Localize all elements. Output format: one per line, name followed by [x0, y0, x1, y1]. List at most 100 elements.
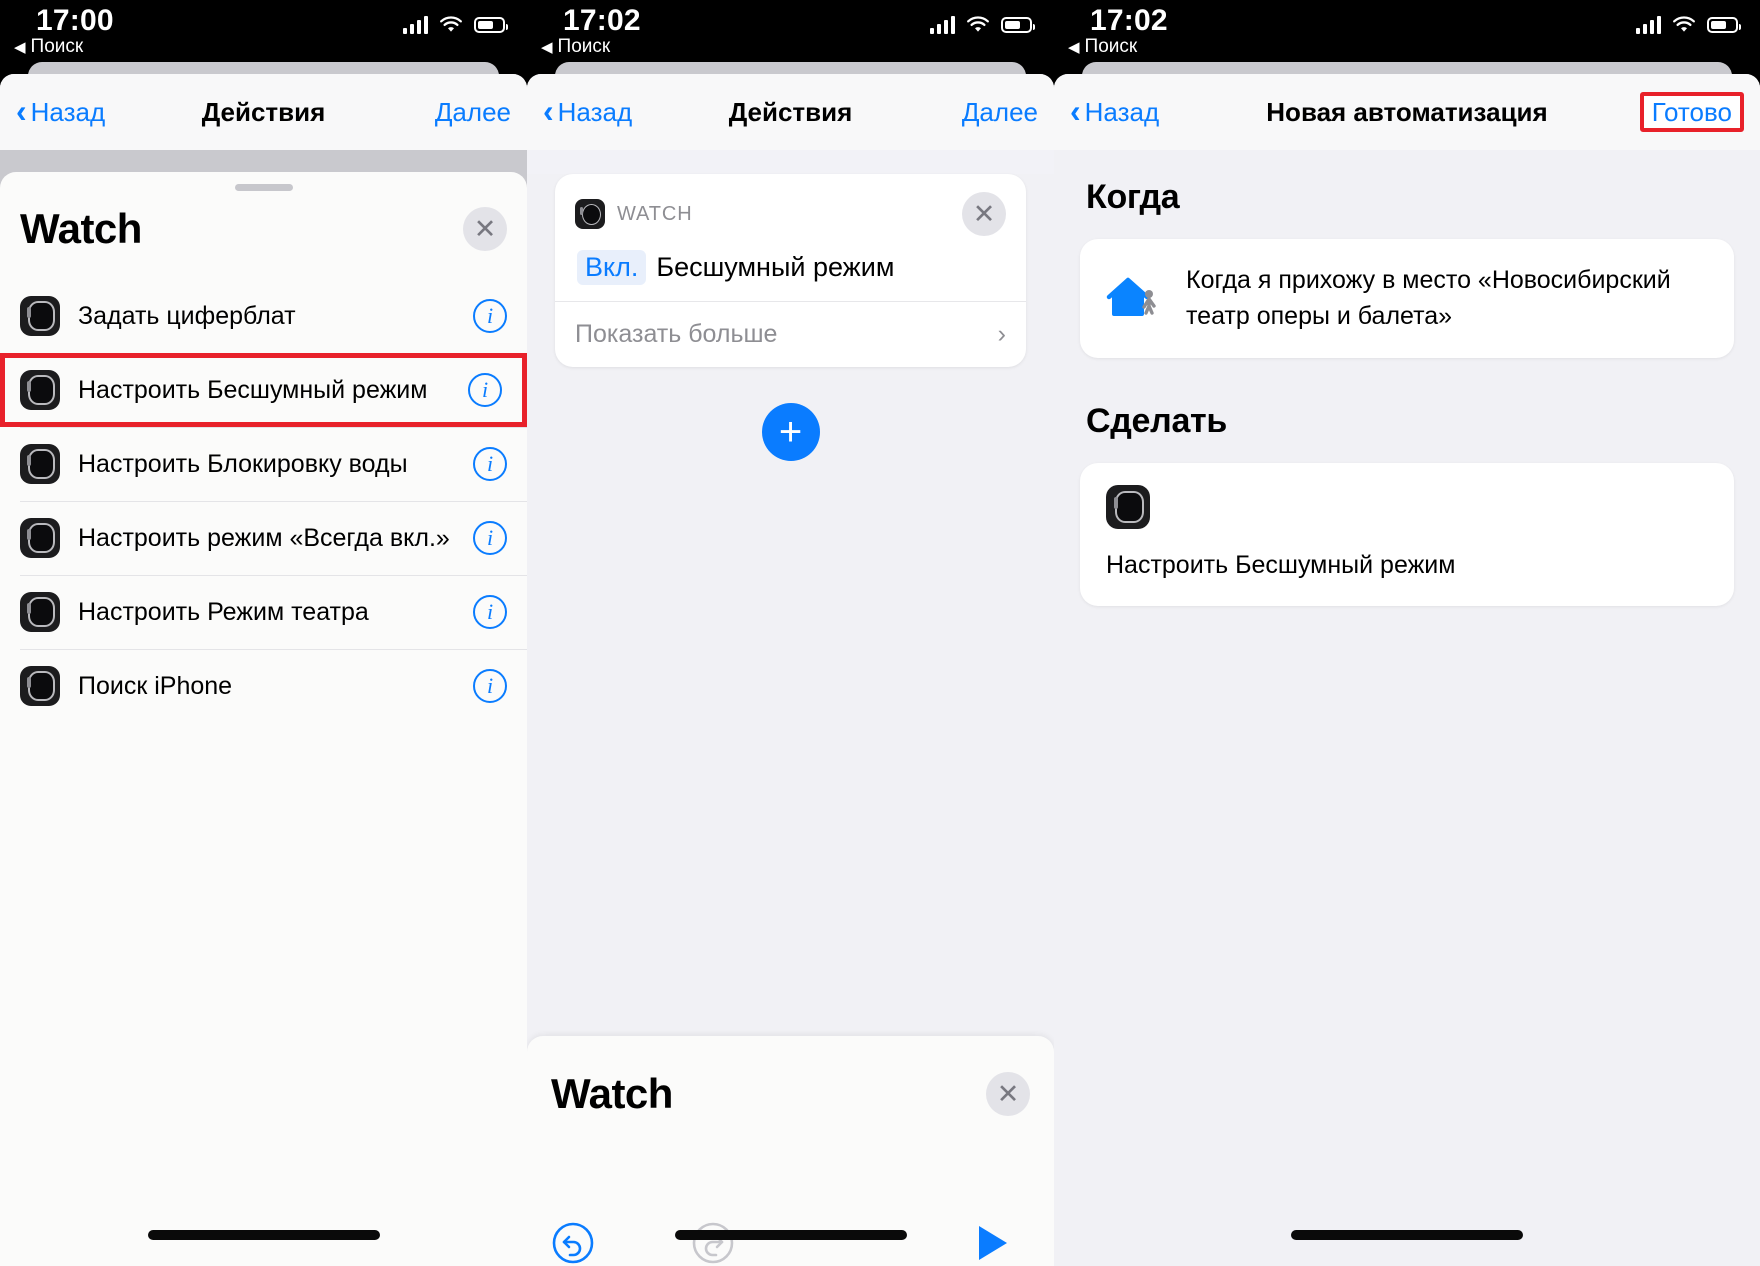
apple-watch-icon	[20, 444, 60, 484]
trigger-row: Когда я прихожу в место «Новосибирский т…	[1106, 263, 1708, 334]
picker-title: Watch	[20, 205, 142, 252]
list-item[interactable]: Настроить Режим театра i	[0, 575, 527, 649]
action-card-top: WATCH ✕ Вкл. Бесшумный режим	[555, 174, 1026, 301]
info-icon[interactable]: i	[473, 669, 507, 703]
action-card[interactable]: WATCH ✕ Вкл. Бесшумный режим Показать бо…	[555, 174, 1026, 367]
list-item-highlighted[interactable]: Настроить Бесшумный режим i	[0, 353, 527, 427]
info-icon[interactable]: i	[468, 373, 502, 407]
chevron-left-icon: ‹	[16, 92, 27, 129]
action-list: Задать циферблат i Настроить Бесшумный р…	[0, 279, 527, 723]
screen-body-1: Watch ✕ Задать циферблат i Настроить Бес…	[0, 150, 527, 1266]
list-item-label: Поиск iPhone	[78, 671, 233, 700]
status-back-to-app[interactable]: ◀ Поиск	[1068, 36, 1137, 58]
list-item[interactable]: Настроить режим «Всегда вкл.» i	[0, 501, 527, 575]
picker-header: Watch ✕	[0, 191, 527, 263]
home-indicator	[674, 1230, 907, 1240]
play-icon[interactable]	[976, 1224, 1010, 1266]
back-button[interactable]: ‹ Назад	[543, 95, 633, 128]
back-triangle-icon: ◀	[541, 38, 553, 56]
close-icon[interactable]: ✕	[986, 1072, 1030, 1116]
back-button-label: Назад	[30, 96, 106, 127]
close-icon[interactable]: ✕	[463, 207, 507, 251]
editor-toolbar	[527, 1221, 1054, 1266]
action-card-app-name: WATCH	[617, 202, 693, 225]
back-button-label: Назад	[557, 96, 633, 127]
apple-watch-icon	[20, 370, 60, 410]
close-icon[interactable]: ✕	[962, 192, 1006, 236]
bottom-sheet-title: Watch	[551, 1070, 673, 1117]
status-indicators	[929, 16, 1035, 34]
app-screen-1: ‹ Назад Действия Далее Watch ✕ Задать ци…	[0, 74, 527, 1266]
action-summary-card[interactable]: Настроить Бесшумный режим	[1080, 463, 1734, 606]
list-item-label: Настроить Режим театра	[78, 597, 369, 626]
home-indicator	[147, 1230, 380, 1240]
list-item[interactable]: Задать циферблат i	[0, 279, 527, 353]
apple-watch-icon	[20, 666, 60, 706]
next-button[interactable]: Далее	[962, 97, 1038, 128]
screen-body-3: Когда Когда я прихожу в место «Новосибир…	[1054, 150, 1760, 1266]
info-icon[interactable]: i	[473, 595, 507, 629]
action-card-line: Вкл. Бесшумный режим	[575, 250, 1006, 285]
app-screen-2: ‹ Назад Действия Далее WATCH ✕ Вкл. Бесш…	[527, 74, 1054, 1266]
screen-body-2: WATCH ✕ Вкл. Бесшумный режим Показать бо…	[527, 174, 1054, 1266]
add-action-button[interactable]: +	[761, 403, 820, 461]
apple-watch-icon	[20, 592, 60, 632]
apple-watch-icon	[1106, 485, 1150, 529]
status-back-to-app[interactable]: ◀ Поиск	[541, 36, 610, 58]
bottom-sheet-header: Watch ✕	[527, 1036, 1054, 1118]
sheet-stack-2: ‹ Назад Действия Далее WATCH ✕ Вкл. Бесш…	[527, 62, 1054, 1266]
action-summary-label: Настроить Бесшумный режим	[1106, 551, 1456, 579]
back-button[interactable]: ‹ Назад	[1070, 95, 1159, 128]
sheet-grabber[interactable]	[234, 184, 293, 191]
info-icon[interactable]: i	[473, 521, 507, 555]
screenshot-stage: 17:00 ◀ Поиск ‹ Назад Действия Далее Wat…	[0, 0, 1760, 1266]
info-icon[interactable]: i	[473, 447, 507, 481]
list-item[interactable]: Настроить Блокировку воды i	[0, 427, 527, 501]
nav-bar-1: ‹ Назад Действия Далее	[0, 74, 527, 150]
redo-icon	[691, 1221, 735, 1266]
list-item-label: Настроить Блокировку воды	[78, 449, 408, 478]
back-triangle-icon: ◀	[1068, 38, 1080, 56]
app-screen-3: ‹ Назад Новая автоматизация Готово Когда	[1054, 74, 1760, 1266]
nav-bar-2: ‹ Назад Действия Далее	[527, 74, 1054, 150]
status-bar-2: 17:02 ◀ Поиск	[527, 0, 1054, 62]
apple-watch-icon	[20, 518, 60, 558]
back-button[interactable]: ‹ Назад	[16, 92, 106, 129]
trigger-card[interactable]: Когда я прихожу в место «Новосибирский т…	[1080, 239, 1734, 358]
apple-watch-icon	[20, 296, 60, 336]
state-pill[interactable]: Вкл.	[577, 250, 647, 285]
show-more-row[interactable]: Показать больше ›	[555, 301, 1026, 367]
undo-icon[interactable]	[551, 1221, 595, 1266]
status-indicators	[402, 16, 508, 34]
list-item[interactable]: Поиск iPhone i	[0, 649, 527, 723]
battery-icon	[474, 17, 508, 33]
status-bar-3: 17:02 ◀ Поиск	[1054, 0, 1760, 62]
status-back-label: Поиск	[1084, 36, 1138, 57]
home-indicator	[1291, 1230, 1523, 1240]
wifi-icon	[439, 16, 463, 34]
status-back-label: Поиск	[30, 36, 84, 57]
status-back-label: Поиск	[557, 36, 611, 57]
show-more-label: Показать больше	[575, 320, 778, 348]
phone-screenshot-3: 17:02 ◀ Поиск ‹ Назад Новая автоматизаци…	[1054, 0, 1760, 1266]
action-card-app: WATCH ✕	[575, 192, 1006, 236]
wifi-icon	[1672, 16, 1696, 34]
back-triangle-icon: ◀	[14, 38, 26, 56]
status-back-to-app[interactable]: ◀ Поиск	[14, 36, 83, 58]
status-time: 17:00	[36, 4, 114, 37]
cellular-signal-icon	[402, 16, 428, 34]
status-indicators	[1635, 16, 1741, 34]
section-title-when: Когда	[1086, 178, 1180, 216]
wifi-icon	[966, 16, 990, 34]
next-button[interactable]: Далее	[435, 97, 511, 128]
sheet-stack-1: ‹ Назад Действия Далее Watch ✕ Задать ци…	[0, 62, 527, 1266]
list-item-label: Задать циферблат	[78, 301, 296, 330]
cellular-signal-icon	[929, 16, 955, 34]
status-time: 17:02	[1090, 4, 1168, 37]
battery-icon	[1001, 17, 1035, 33]
home-arrive-icon	[1106, 272, 1164, 326]
info-icon[interactable]: i	[473, 299, 507, 333]
battery-icon	[1707, 17, 1741, 33]
action-picker-sheet: Watch ✕ Задать циферблат i Настроить Бес…	[0, 172, 527, 1266]
done-button[interactable]: Готово	[1639, 91, 1744, 133]
